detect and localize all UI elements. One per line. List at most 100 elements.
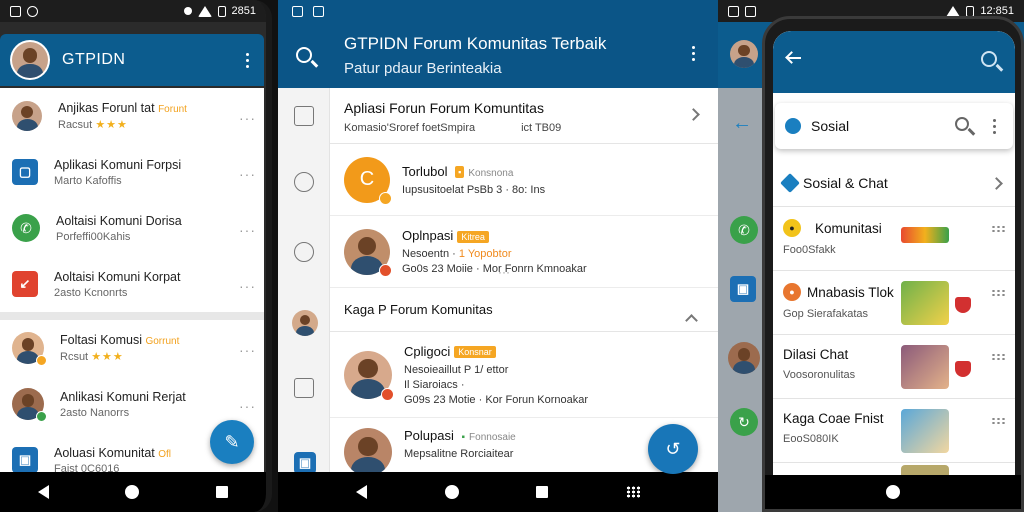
item-title: Komunitasi bbox=[815, 220, 882, 236]
notification-icon bbox=[292, 5, 303, 17]
list-item[interactable]: ↙ Aoltaisi Komuni Korpat 2asto Kcnonrts … bbox=[0, 256, 264, 312]
item-title: Anlikasi Komuni Rerjat bbox=[60, 389, 186, 404]
back-icon[interactable] bbox=[355, 485, 367, 499]
more-icon[interactable]: ··· bbox=[239, 278, 256, 294]
avatar bbox=[728, 342, 760, 374]
recents-icon[interactable] bbox=[536, 486, 549, 498]
home-icon[interactable] bbox=[125, 485, 140, 499]
clock-icon[interactable] bbox=[294, 242, 314, 262]
more-icon[interactable]: ··· bbox=[239, 110, 256, 126]
back-arrow-icon[interactable] bbox=[787, 57, 801, 59]
badge bbox=[36, 411, 47, 422]
compose-fab[interactable]: ✎ bbox=[210, 420, 254, 464]
thumbnail bbox=[901, 227, 949, 243]
status-bar: 2851 bbox=[0, 0, 266, 22]
star-rating: ★★★ bbox=[91, 351, 124, 363]
forum-header-title: Apliasi Forun Forum Komuntitas bbox=[344, 100, 544, 116]
list-item[interactable]: ● Mnabasis Tlok Gop Sierafakatas bbox=[773, 271, 1015, 335]
forum-list: Anjikas Forunl tat Forunt Racsut ★★★ ···… bbox=[0, 88, 264, 475]
category-label: Sosial & Chat bbox=[803, 174, 888, 191]
more-icon[interactable] bbox=[991, 225, 1005, 233]
forum-header-row[interactable]: Apliasi Forun Forum Komuntitas Komasio'S… bbox=[330, 88, 718, 144]
section-title: Kaga P Forum Komunitas bbox=[344, 302, 493, 317]
search-icon[interactable] bbox=[955, 117, 969, 131]
notification-icon bbox=[10, 5, 21, 17]
item-title: Kaga Coae Fnist bbox=[783, 411, 884, 426]
chevron-up-icon bbox=[685, 314, 698, 327]
entry-line: Nesoentn · bbox=[402, 248, 456, 260]
entry-highlight: 1 Yopobtor bbox=[458, 248, 512, 260]
item-subtitle: 2asto Kcnonrts bbox=[54, 286, 128, 299]
more-icon[interactable] bbox=[991, 289, 1005, 297]
status-bar bbox=[278, 0, 718, 22]
notification-icon bbox=[27, 5, 38, 17]
thumbnail bbox=[901, 409, 949, 453]
grid-icon[interactable] bbox=[626, 486, 641, 498]
page-subtitle: Patur pdaur Berinteakia bbox=[344, 59, 502, 77]
item-subtitle: Gop Sierafakatas bbox=[783, 308, 868, 320]
more-icon[interactable] bbox=[991, 417, 1005, 425]
avatar bbox=[730, 40, 758, 68]
more-icon[interactable]: ··· bbox=[498, 265, 510, 279]
forum-entry[interactable]: C Torlubol ▪ Konsnona Iupsusitoelat PsBb … bbox=[330, 144, 718, 216]
list-item[interactable]: Kaga Coae Fnist EooS080IK bbox=[773, 399, 1015, 463]
more-icon[interactable] bbox=[991, 353, 1005, 361]
profile-avatar[interactable] bbox=[12, 42, 48, 78]
system-nav-bar bbox=[765, 475, 1021, 509]
list-item[interactable]: ▢ Aplikasi Komuni Forpsi Marto Kafoffis … bbox=[0, 144, 264, 200]
search-bar[interactable]: Sosial bbox=[775, 103, 1013, 149]
item-subtitle: Voosoronulitas bbox=[783, 369, 856, 381]
back-arrow-icon: ← bbox=[732, 112, 752, 134]
thumbnail bbox=[901, 281, 949, 325]
item-subtitle: Foo0Sfakk bbox=[783, 244, 836, 256]
status-time: 2851 bbox=[231, 5, 256, 17]
more-options-icon[interactable] bbox=[987, 119, 1001, 134]
more-icon[interactable]: ··· bbox=[239, 398, 256, 414]
search-icon bbox=[296, 47, 312, 63]
back-icon[interactable] bbox=[38, 485, 50, 499]
edit-icon[interactable] bbox=[294, 106, 314, 126]
calendar-icon[interactable]: ▣ bbox=[294, 452, 316, 474]
item-subtitle: Rcsut bbox=[60, 351, 89, 363]
more-icon[interactable]: ··· bbox=[239, 342, 256, 358]
app-logo-icon bbox=[785, 118, 801, 134]
recents-icon[interactable] bbox=[215, 486, 228, 498]
list-item[interactable]: Anjikas Forunl tat Forunt Racsut ★★★ ··· bbox=[0, 88, 264, 144]
forum-entry[interactable]: Oplnpasi Kitrea Nesoentn · 1 Yopobtor Go0… bbox=[330, 216, 718, 288]
entry-line: Iupsusitoelat PsBb 3 · 8o: Ins bbox=[402, 183, 546, 196]
search-icon[interactable] bbox=[981, 51, 997, 67]
search-label: Sosial bbox=[811, 118, 850, 134]
more-options-icon[interactable] bbox=[686, 46, 700, 61]
more-icon[interactable]: ··· bbox=[239, 222, 256, 238]
item-title: Foltasi Komusi bbox=[60, 333, 142, 347]
list-item[interactable]: Foltasi Komusi Gorrunt Rcsut ★★★ ··· bbox=[0, 320, 264, 376]
more-icon[interactable]: ··· bbox=[239, 166, 256, 182]
category-row[interactable]: Sosial & Chat bbox=[773, 159, 1015, 207]
calendar-icon: ▣ bbox=[730, 276, 756, 302]
circle-icon[interactable] bbox=[294, 172, 314, 192]
calendar-icon: ▣ bbox=[12, 447, 38, 473]
avatar[interactable] bbox=[292, 310, 318, 336]
right-phone-screen: Sosial Sosial & Chat ● Komunitasi Foo0Sfa… bbox=[773, 31, 1015, 481]
home-icon[interactable] bbox=[444, 485, 459, 499]
divider bbox=[0, 312, 264, 320]
forum-content: Apliasi Forun Forum Komuntitas Komasio'S… bbox=[330, 88, 718, 478]
forum-entry[interactable]: Cpligoci Konsnar Nesoieaillut P 1/ ettor … bbox=[330, 332, 718, 418]
phone-icon: ✆ bbox=[12, 214, 40, 242]
more-options-icon[interactable] bbox=[240, 52, 254, 68]
section-header[interactable]: Kaga P Forum Komunitas bbox=[330, 288, 718, 332]
search-button[interactable] bbox=[278, 22, 330, 88]
list-item[interactable]: ● Komunitasi Foo0Sfakk bbox=[773, 207, 1015, 271]
app-bar bbox=[773, 31, 1015, 93]
compose-fab[interactable]: ↺ bbox=[648, 424, 698, 474]
avatar bbox=[12, 101, 42, 131]
item-subtitle: Porfeffi00Kahis bbox=[56, 230, 131, 243]
app-bar: GTPIDN Forum Komunitas Terbaik Patur pda… bbox=[278, 22, 718, 88]
entry-title: Torlubol bbox=[402, 163, 448, 179]
list-item[interactable]: Dilasi Chat Voosoronulitas bbox=[773, 335, 1015, 399]
forum-header-code: ict TB09 bbox=[521, 122, 562, 134]
list-item[interactable]: ✆ Aoltaisi Komuni Dorisa Porfeffi00Kahis… bbox=[0, 200, 264, 256]
image-icon[interactable] bbox=[294, 378, 314, 398]
red-app-icon bbox=[955, 361, 971, 377]
home-icon[interactable] bbox=[886, 485, 900, 499]
